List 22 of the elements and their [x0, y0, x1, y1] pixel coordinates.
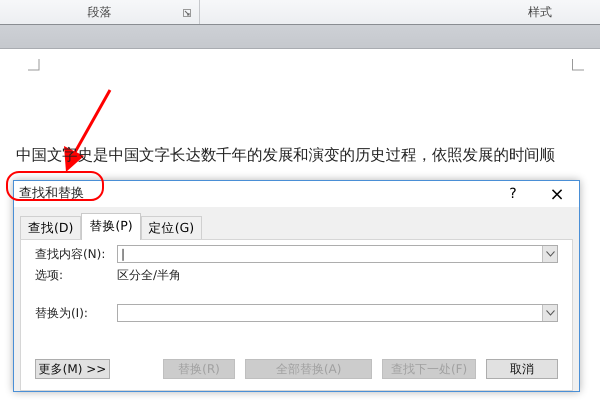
text-cursor: | [121, 246, 126, 264]
help-button[interactable]: ? [491, 184, 535, 204]
window-title: 查找和替换 [19, 185, 84, 204]
tab[interactable]: 定位(G) [140, 216, 202, 240]
dropdown-icon[interactable] [542, 305, 557, 322]
close-button[interactable]: × [535, 180, 579, 208]
options-label: 选项: [35, 267, 64, 284]
tab[interactable]: 查找(D) [20, 216, 82, 240]
field-label: 查找内容(N): [35, 246, 106, 264]
dialog-button[interactable]: 取消 [486, 359, 558, 379]
field-label: 替换为(I): [35, 305, 89, 322]
group-label: 样式 [528, 4, 552, 21]
tab[interactable]: 替换(P) [81, 213, 141, 240]
margin-mark [28, 59, 40, 71]
dropdown-icon[interactable] [542, 246, 557, 262]
dialog-button[interactable]: 更多(M) >> [35, 359, 110, 379]
group-label: 段落 [88, 4, 112, 21]
find-field[interactable]: | [117, 245, 558, 264]
launcher-icon[interactable] [183, 9, 191, 17]
replace-field[interactable] [117, 304, 558, 322]
margin-mark [572, 59, 584, 71]
options-value: 区分全/半角 [117, 267, 182, 284]
